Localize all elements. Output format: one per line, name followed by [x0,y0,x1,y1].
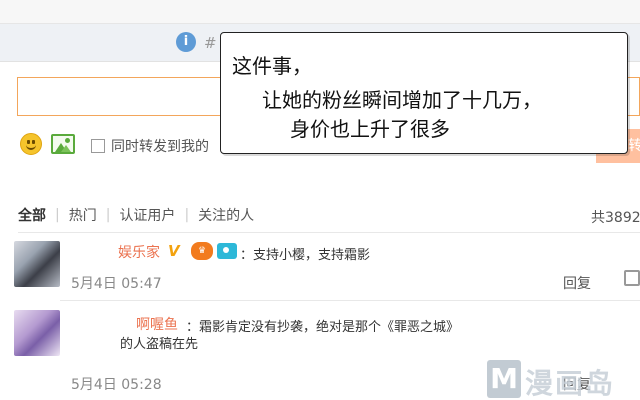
watermark-logo: M 漫画岛 [487,360,640,400]
tab-separator: | [55,207,60,223]
caption-line: 身价也上升了很多 [290,117,450,141]
divider [18,232,640,233]
camera-badge-icon [217,243,237,259]
tab-verified-users[interactable]: 认证用户 [119,205,175,225]
repost-checkbox[interactable] [91,139,105,153]
comment-text-continued: 的人盗稿在先 [120,337,199,352]
comment-text: ：支持小樱，支持霜影 [240,248,371,263]
total-comment-count: 共3892 [591,210,640,226]
caption-line: 这件事， [232,54,312,78]
topic-text: # [204,34,217,52]
image-icon[interactable] [51,134,75,154]
top-strip [0,0,640,24]
avatar[interactable] [14,241,60,287]
watermark-letter: M [487,360,521,398]
avatar[interactable] [14,310,60,356]
comment-username[interactable]: 啊喔鱼 [136,314,178,334]
comment-time[interactable]: 5月4日 05:47 [71,273,162,293]
tab-all[interactable]: 全部 [18,205,46,225]
comment-time[interactable]: 5月4日 05:28 [71,374,162,394]
repost-label: 同时转发到我的 [111,139,209,155]
caption-line: 让她的粉丝瞬间增加了十几万， [262,88,542,112]
tab-following[interactable]: 关注的人 [198,205,254,225]
tab-separator: | [184,207,190,223]
comment-text: ：霜影肯定没有抄袭，绝对是那个《罪恶之城》 [186,320,460,335]
watermark-text: 漫画岛 [525,367,616,400]
tab-hot[interactable]: 热门 [69,205,97,225]
info-icon: i [176,32,196,52]
verified-v-icon: V [168,242,180,260]
emoji-icon[interactable] [20,133,42,155]
crown-badge-icon: ♛ [191,242,213,260]
like-icon[interactable] [624,270,640,286]
comment-filter-tabs: 全部 | 热门 | 认证用户 | 关注的人 [18,205,254,225]
divider [60,300,640,301]
reply-button[interactable]: 回复 [563,273,591,293]
tab-separator: | [105,207,111,223]
comment-username[interactable]: 娱乐家 [118,242,160,262]
